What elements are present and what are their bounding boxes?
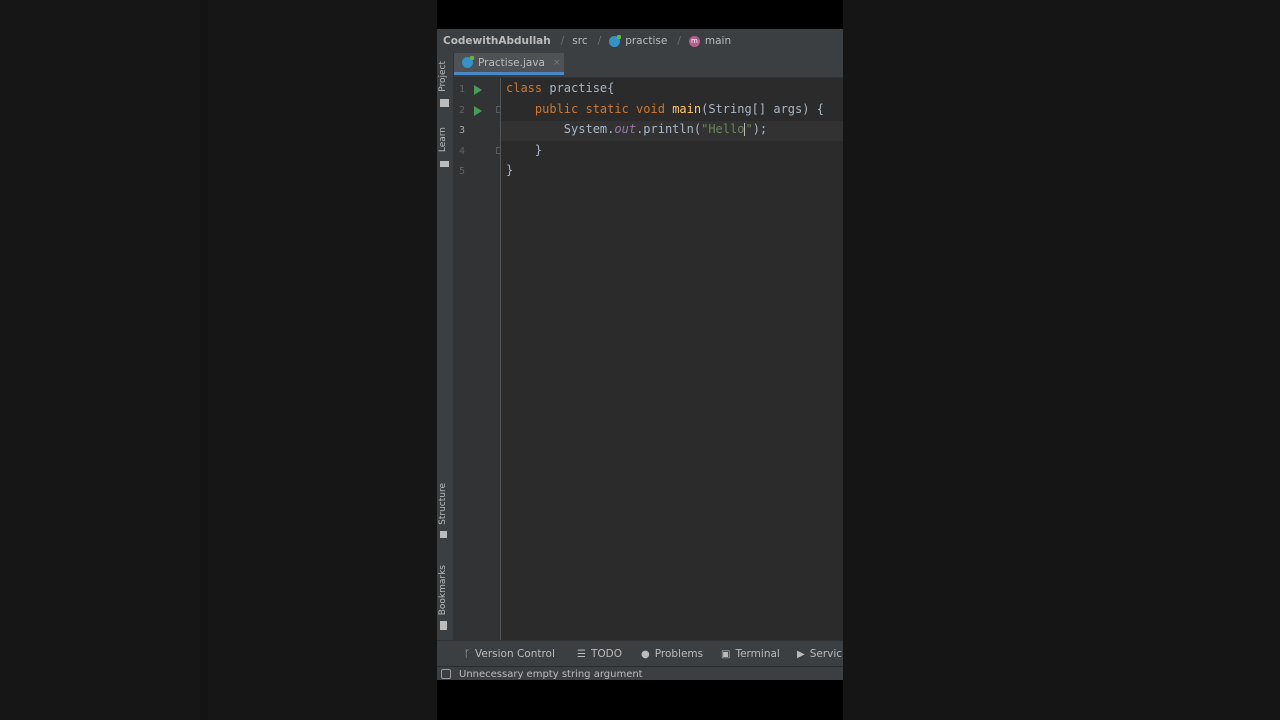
folder-icon (440, 99, 449, 107)
breadcrumb-separator: / (560, 35, 565, 47)
string-literal-end: " (745, 122, 753, 136)
line-number: 3 (458, 125, 466, 136)
method-name: main (672, 102, 702, 116)
code-line-5: } (506, 163, 514, 177)
structure-icon (440, 531, 447, 538)
tab-practise-java[interactable]: Practise.java × (454, 53, 564, 75)
run-main-icon[interactable] (474, 106, 482, 116)
line-number: 1 (458, 84, 466, 95)
code-text: .println( (636, 122, 702, 136)
code-text: System. (563, 122, 615, 136)
field-name: out (614, 122, 637, 136)
structure-tool-label: Structure (438, 483, 448, 525)
run-class-icon[interactable] (474, 85, 482, 95)
keyword: class (506, 81, 543, 95)
learn-tool-label: Learn (438, 127, 448, 153)
breadcrumb-project[interactable]: CodewithAbdullah (437, 35, 553, 47)
class-icon (609, 34, 622, 47)
code-line-2: public static void main(String[] args) { (506, 102, 824, 116)
layout-toggle-icon[interactable] (441, 669, 451, 679)
close-icon[interactable]: × (553, 58, 561, 68)
branch-icon: ᚴ (464, 648, 470, 660)
structure-tool-button[interactable]: Structure (437, 483, 453, 541)
terminal-button[interactable]: ▣ Terminal (721, 641, 780, 667)
version-control-button[interactable]: ᚴ Version Control (464, 641, 555, 667)
right-letterbox (843, 0, 1280, 720)
bookmark-icon (440, 621, 447, 630)
terminal-label: Terminal (735, 648, 780, 660)
video-frame: CodewithAbdullah / src / practise / m ma… (437, 0, 843, 720)
code-text: ); (752, 122, 768, 136)
list-icon: ☰ (577, 648, 586, 660)
tool-window-strip: ᚴ Version Control ☰ TODO ● Problems ▣ Te… (437, 640, 843, 667)
code-line-1: class practise{ (506, 81, 614, 95)
navigation-bar: CodewithAbdullah / src / practise / m ma… (437, 29, 843, 53)
breadcrumb-src[interactable]: src (570, 35, 589, 47)
code-text: practise{ (542, 81, 615, 95)
code-editor[interactable]: class practise{ public static void main(… (501, 78, 843, 640)
breadcrumb-method[interactable]: m main (687, 35, 733, 47)
keyword: public static void (534, 102, 665, 116)
left-letterbox (0, 0, 437, 720)
breadcrumb-method-label: main (704, 35, 732, 47)
graduation-cap-icon (440, 161, 449, 167)
services-button[interactable]: ▶ Servic (797, 641, 842, 667)
code-line-3: System.out.println("Hello"); (506, 122, 767, 136)
version-control-label: Version Control (475, 648, 555, 660)
terminal-icon: ▣ (721, 648, 731, 660)
left-tool-window-bar: Project Learn Structure Bookmarks (437, 53, 454, 640)
services-label: Servic (809, 648, 843, 660)
java-class-icon (462, 56, 474, 68)
breadcrumb-class[interactable]: practise (607, 34, 669, 47)
status-bar: Unnecessary empty string argument (437, 666, 843, 680)
bookmarks-tool-label: Bookmarks (438, 565, 448, 616)
warning-icon: ● (641, 648, 650, 660)
project-tool-button[interactable]: Project (437, 61, 453, 109)
status-message: Unnecessary empty string argument (459, 668, 643, 680)
code-line-4: } (506, 143, 543, 157)
string-literal: "Hello (701, 122, 745, 136)
problems-button[interactable]: ● Problems (641, 641, 703, 667)
project-tool-label: Project (438, 61, 448, 92)
line-number: 4 (458, 146, 466, 157)
todo-label: TODO (590, 648, 622, 660)
breadcrumb-separator: / (677, 35, 681, 47)
learn-tool-button[interactable]: Learn (437, 127, 453, 173)
ide-window: CodewithAbdullah / src / practise / m ma… (437, 29, 843, 680)
todo-button[interactable]: ☰ TODO (577, 641, 622, 667)
problems-label: Problems (654, 648, 704, 660)
line-number: 2 (458, 105, 466, 116)
breadcrumb-class-label: practise (625, 35, 668, 47)
code-text: (String[] args) { (701, 102, 824, 116)
tab-label: Practise.java (478, 56, 545, 69)
method-icon: m (688, 35, 700, 47)
bookmarks-tool-button[interactable]: Bookmarks (437, 565, 453, 631)
line-number: 5 (458, 166, 466, 177)
services-icon: ▶ (797, 648, 805, 660)
editor-gutter: 1 2 3 4 5 (454, 78, 502, 640)
editor-tab-bar: Practise.java × (454, 53, 843, 78)
breadcrumb-separator: / (597, 35, 602, 47)
